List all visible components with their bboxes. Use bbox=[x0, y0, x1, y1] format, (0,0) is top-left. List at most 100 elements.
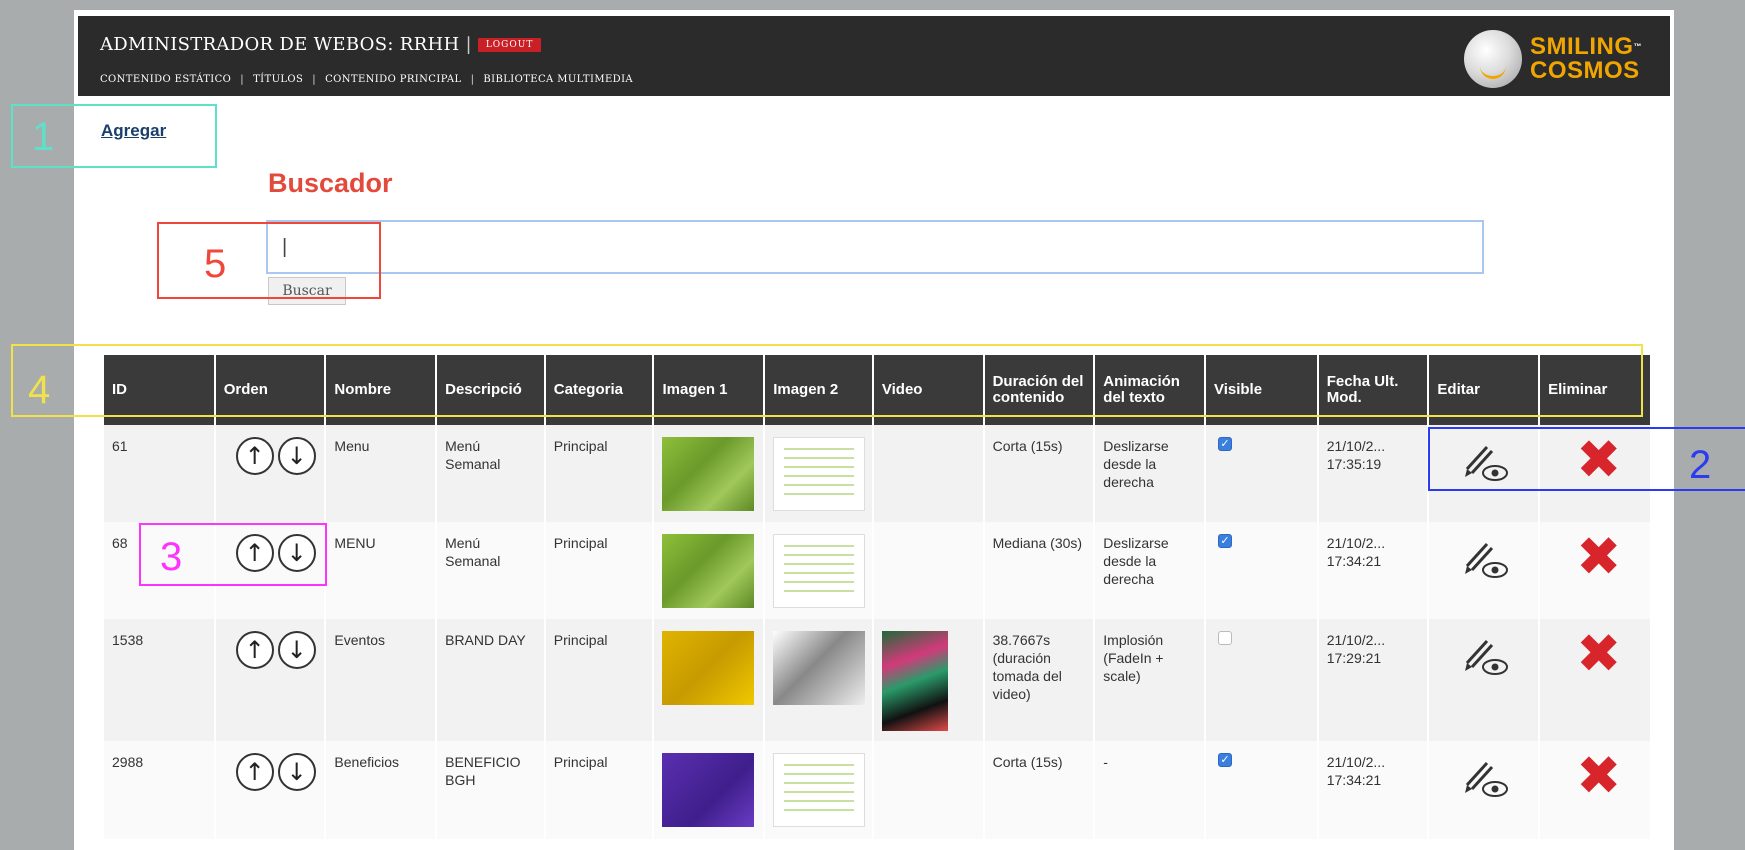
search-input[interactable] bbox=[266, 220, 1484, 274]
nav-separator: | bbox=[470, 74, 475, 85]
cell-descripcion: BRAND DAY bbox=[436, 619, 546, 741]
nav-contenido-estatico[interactable]: CONTENIDO ESTÁTICO bbox=[100, 74, 231, 85]
move-up-icon[interactable]: ↑ bbox=[235, 631, 274, 669]
image1-thumbnail[interactable] bbox=[662, 753, 755, 827]
top-nav: CONTENIDO ESTÁTICO | TÍTULOS | CONTENIDO PRI… bbox=[100, 74, 633, 85]
annotation-box-4 bbox=[11, 344, 1643, 417]
cell-editar bbox=[1428, 522, 1541, 619]
cell-editar bbox=[1428, 741, 1541, 839]
image2-thumbnail[interactable] bbox=[773, 437, 866, 511]
cell-fecha: 21/10/2... 17:35:19 bbox=[1317, 425, 1430, 522]
table-row: 61 ↑ ↓ Menu Menú Semanal Principal Corta … bbox=[104, 425, 1650, 522]
image1-thumbnail[interactable] bbox=[662, 534, 755, 608]
visible-checkbox[interactable]: ✓ bbox=[1217, 437, 1232, 451]
cell-nombre: Menu bbox=[325, 425, 438, 522]
annotation-number-5: 5 bbox=[204, 242, 227, 286]
cell-id: 2988 bbox=[104, 741, 216, 839]
delete-icon[interactable]: ✖ bbox=[1576, 530, 1642, 584]
cell-orden: ↑ ↓ bbox=[214, 425, 327, 522]
delete-icon[interactable]: ✖ bbox=[1576, 627, 1642, 681]
image2-thumbnail[interactable] bbox=[773, 631, 866, 705]
nav-separator: | bbox=[312, 74, 317, 85]
move-down-icon[interactable]: ↓ bbox=[277, 631, 316, 669]
cell-animacion: - bbox=[1094, 741, 1206, 839]
cell-descripcion: Menú Semanal bbox=[436, 425, 546, 522]
annotation-number-3: 3 bbox=[160, 535, 183, 579]
logo-text: SMILING™ COSMOS bbox=[1530, 35, 1642, 83]
search-title: Buscador bbox=[268, 168, 393, 198]
cell-nombre: Eventos bbox=[325, 619, 438, 741]
cell-animacion: Deslizarse desde la derecha bbox=[1094, 425, 1206, 522]
cell-duracion: Corta (15s) bbox=[983, 425, 1096, 522]
video-thumbnail[interactable] bbox=[881, 631, 948, 731]
edit-pencil-eye-icon[interactable] bbox=[1459, 631, 1511, 681]
cell-categoria: Principal bbox=[544, 741, 655, 839]
annotation-box-5 bbox=[157, 222, 381, 299]
cell-visible: ✓ bbox=[1204, 425, 1319, 522]
cell-animacion: Deslizarse desde la derecha bbox=[1094, 522, 1206, 619]
cell-categoria: Principal bbox=[544, 619, 655, 741]
cell-video bbox=[872, 522, 985, 619]
cell-fecha: 21/10/2... 17:34:21 bbox=[1317, 741, 1430, 839]
cell-imagen1 bbox=[653, 522, 766, 619]
visible-checkbox[interactable]: ✓ bbox=[1217, 534, 1232, 548]
annotation-number-4: 4 bbox=[28, 368, 51, 412]
logo-trademark: ™ bbox=[1633, 42, 1642, 51]
cell-visible: ✓ bbox=[1204, 741, 1319, 839]
image1-thumbnail[interactable] bbox=[662, 631, 755, 705]
cell-imagen1 bbox=[653, 741, 766, 839]
annotation-number-1: 1 bbox=[32, 115, 55, 159]
move-down-icon[interactable]: ↓ bbox=[277, 753, 316, 791]
cell-imagen2 bbox=[764, 619, 874, 741]
cell-visible: ✓ bbox=[1204, 522, 1319, 619]
cell-imagen1 bbox=[653, 619, 766, 741]
admin-title: ADMINISTRADOR DE WEBOS: RRHH | LOGOUT bbox=[100, 34, 542, 55]
cell-fecha: 21/10/2... 17:34:21 bbox=[1317, 522, 1430, 619]
cell-descripcion: BENEFICIO BGH bbox=[436, 741, 546, 839]
annotation-number-2: 2 bbox=[1689, 443, 1712, 487]
cell-visible bbox=[1204, 619, 1319, 741]
visible-checkbox[interactable]: ✓ bbox=[1217, 753, 1232, 767]
cell-imagen2 bbox=[764, 425, 874, 522]
table-row: 1538 ↑ ↓ Eventos BRAND DAY Principal 38.7… bbox=[104, 619, 1650, 741]
move-up-icon[interactable]: ↑ bbox=[235, 437, 274, 475]
logo-line2: COSMOS bbox=[1530, 57, 1640, 84]
image2-thumbnail[interactable] bbox=[773, 534, 866, 608]
cell-imagen2 bbox=[764, 741, 874, 839]
nav-separator: | bbox=[240, 74, 245, 85]
move-up-icon[interactable]: ↑ bbox=[235, 753, 274, 791]
image2-thumbnail[interactable] bbox=[773, 753, 866, 827]
image1-thumbnail[interactable] bbox=[662, 437, 755, 511]
smiling-cosmos-logo: SMILING™ COSMOS bbox=[1464, 30, 1642, 88]
cell-eliminar: ✖ bbox=[1539, 619, 1650, 741]
move-down-icon[interactable]: ↓ bbox=[277, 437, 316, 475]
cell-duracion: 38.7667s (duración tomada del video) bbox=[983, 619, 1096, 741]
cell-id: 1538 bbox=[104, 619, 216, 741]
edit-pencil-eye-icon[interactable] bbox=[1459, 753, 1511, 803]
visible-checkbox[interactable] bbox=[1217, 631, 1232, 645]
cell-duracion: Mediana (30s) bbox=[983, 522, 1096, 619]
cell-eliminar: ✖ bbox=[1539, 522, 1650, 619]
nav-biblioteca-multimedia[interactable]: BIBLIOTECA MULTIMEDIA bbox=[483, 74, 633, 85]
cell-video bbox=[872, 619, 985, 741]
cell-eliminar: ✖ bbox=[1539, 741, 1650, 839]
logo-line1: SMILING bbox=[1530, 33, 1634, 60]
edit-pencil-eye-icon[interactable] bbox=[1459, 534, 1511, 584]
cell-animacion: Implosión (FadeIn + scale) bbox=[1094, 619, 1206, 741]
logout-button[interactable]: LOGOUT bbox=[477, 38, 542, 52]
title-separator: | bbox=[465, 34, 472, 55]
cell-fecha: 21/10/2... 17:29:21 bbox=[1317, 619, 1430, 741]
cell-descripcion: Menú Semanal bbox=[436, 522, 546, 619]
cell-orden: ↑ ↓ bbox=[214, 741, 327, 839]
table-row: 68 ↑ ↓ MENU Menú Semanal Principal Median… bbox=[104, 522, 1650, 619]
table-row: 2988 ↑ ↓ Beneficios BENEFICIO BGH Princip… bbox=[104, 741, 1650, 839]
cell-video bbox=[872, 425, 985, 522]
delete-icon[interactable]: ✖ bbox=[1576, 749, 1642, 803]
nav-contenido-principal[interactable]: CONTENIDO PRINCIPAL bbox=[325, 74, 462, 85]
nav-titulos[interactable]: TÍTULOS bbox=[253, 74, 303, 85]
cell-imagen2 bbox=[764, 522, 874, 619]
cell-categoria: Principal bbox=[544, 522, 655, 619]
cell-editar bbox=[1428, 619, 1541, 741]
cell-duracion: Corta (15s) bbox=[983, 741, 1096, 839]
planet-logo-icon bbox=[1464, 30, 1522, 88]
